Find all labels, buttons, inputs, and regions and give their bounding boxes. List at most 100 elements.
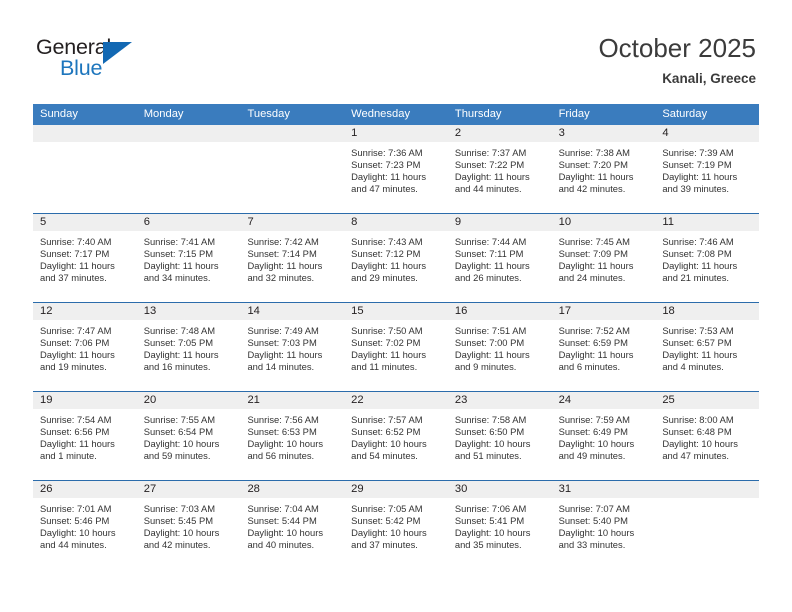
calendar-week-row: 1 Sunrise: 7:36 AM Sunset: 7:23 PM Daylight… (33, 125, 760, 213)
day-daylight-line1-text: Daylight: 11 hours (351, 171, 427, 183)
day-cell[interactable]: 9 Sunrise: 7:44 AM Sunset: 7:11 PM Daylight… (447, 214, 552, 302)
day-cell[interactable]: 27 Sunrise: 7:03 AM Sunset: 5:45 PM Dayligh… (136, 481, 241, 569)
page-title: October 2025 (598, 33, 756, 63)
day-details: Sunrise: 7:59 AM Sunset: 6:49 PM Daylight:… (552, 409, 656, 462)
day-cell[interactable]: 14 Sunrise: 7:49 AM Sunset: 7:03 PM Dayligh… (240, 303, 345, 391)
day-sunset-text: Sunset: 5:41 PM (454, 515, 525, 527)
day-cell[interactable]: 4 Sunrise: 7:39 AM Sunset: 7:19 PM Daylight… (655, 125, 760, 213)
day-details: Sunrise: 7:56 AM Sunset: 6:53 PM Daylight:… (240, 409, 344, 462)
day-number: 3 (551, 125, 656, 142)
calendar-week-row: 19 Sunrise: 7:54 AM Sunset: 6:56 PM Dayligh… (33, 391, 760, 480)
day-number: 19 (33, 392, 137, 409)
weekday-header-saturday: Saturday (662, 108, 708, 120)
day-daylight-line1-text: Daylight: 10 hours (40, 527, 116, 539)
day-sunset-text: Sunset: 7:03 PM (247, 337, 317, 349)
day-cell[interactable]: 22 Sunrise: 7:57 AM Sunset: 6:52 PM Dayligh… (344, 392, 448, 480)
day-cell[interactable]: 13 Sunrise: 7:48 AM Sunset: 7:05 PM Dayligh… (136, 303, 241, 391)
day-number: 22 (344, 392, 448, 409)
day-sunrise-text: Sunrise: 7:07 AM (558, 503, 630, 514)
day-cell[interactable]: 25 Sunrise: 8:00 AM Sunset: 6:48 PM Dayligh… (655, 392, 760, 480)
day-sunrise-text: Sunrise: 7:43 AM (351, 236, 423, 247)
day-cell[interactable]: 16 Sunrise: 7:51 AM Sunset: 7:00 PM Dayligh… (447, 303, 552, 391)
day-sunrise-text: Sunrise: 7:56 AM (247, 414, 319, 425)
day-cell[interactable]: 3 Sunrise: 7:38 AM Sunset: 7:20 PM Daylight… (551, 125, 656, 213)
day-details: Sunrise: 7:45 AM Sunset: 7:09 PM Daylight:… (552, 231, 656, 284)
day-cell[interactable]: 10 Sunrise: 7:45 AM Sunset: 7:09 PM Dayligh… (551, 214, 656, 302)
calendar-week-row: 26 Sunrise: 7:01 AM Sunset: 5:46 PM Dayligh… (33, 480, 760, 569)
day-cell[interactable]: 12 Sunrise: 7:47 AM Sunset: 7:06 PM Dayligh… (33, 303, 137, 391)
day-number (136, 125, 241, 142)
day-daylight-line1-text: Daylight: 11 hours (143, 349, 219, 361)
day-sunrise-text: Sunrise: 7:52 AM (558, 325, 630, 336)
calendar-week-row: 5 Sunrise: 7:40 AM Sunset: 7:17 PM Daylight… (33, 213, 760, 302)
day-sunset-text: Sunset: 6:50 PM (454, 426, 525, 438)
day-sunrise-text: Sunrise: 7:36 AM (351, 147, 423, 158)
day-details: Sunrise: 7:43 AM Sunset: 7:12 PM Daylight:… (344, 231, 448, 284)
day-cell[interactable]: 30 Sunrise: 7:06 AM Sunset: 5:41 PM Dayligh… (447, 481, 552, 569)
day-details: Sunrise: 7:36 AM Sunset: 7:23 PM Daylight:… (344, 142, 448, 195)
day-daylight-line2-text: and 42 minutes. (143, 539, 211, 551)
day-sunset-text: Sunset: 7:23 PM (351, 159, 421, 171)
day-number: 27 (136, 481, 241, 498)
day-details: Sunrise: 7:54 AM Sunset: 6:56 PM Daylight:… (33, 409, 137, 462)
day-sunrise-text: Sunrise: 7:58 AM (454, 414, 527, 425)
day-daylight-line1-text: Daylight: 10 hours (143, 438, 220, 450)
day-number: 28 (240, 481, 345, 498)
day-details: Sunrise: 7:52 AM Sunset: 6:59 PM Daylight:… (552, 320, 656, 373)
day-details: Sunrise: 7:01 AM Sunset: 5:46 PM Daylight:… (33, 498, 137, 551)
day-cell[interactable]: 20 Sunrise: 7:55 AM Sunset: 6:54 PM Dayligh… (136, 392, 241, 480)
day-details: Sunrise: 7:06 AM Sunset: 5:41 PM Daylight:… (448, 498, 552, 551)
day-cell[interactable]: 15 Sunrise: 7:50 AM Sunset: 7:02 PM Dayligh… (344, 303, 448, 391)
day-sunset-text: Sunset: 6:59 PM (558, 337, 628, 349)
day-cell[interactable]: 2 Sunrise: 7:37 AM Sunset: 7:22 PM Daylight… (447, 125, 552, 213)
day-daylight-line1-text: Daylight: 11 hours (351, 260, 427, 272)
day-cell[interactable]: 5 Sunrise: 7:40 AM Sunset: 7:17 PM Daylight… (33, 214, 137, 302)
day-daylight-line2-text: and 16 minutes. (143, 361, 211, 373)
day-cell[interactable]: 6 Sunrise: 7:41 AM Sunset: 7:15 PM Daylight… (136, 214, 241, 302)
day-daylight-line1-text: Daylight: 10 hours (247, 527, 324, 539)
day-cell[interactable]: 28 Sunrise: 7:04 AM Sunset: 5:44 PM Dayligh… (240, 481, 345, 569)
day-daylight-line1-text: Daylight: 10 hours (454, 438, 531, 450)
day-details: Sunrise: 7:38 AM Sunset: 7:20 PM Daylight:… (552, 142, 656, 195)
day-details: Sunrise: 7:49 AM Sunset: 7:03 PM Daylight:… (240, 320, 344, 373)
day-number: 24 (551, 392, 656, 409)
day-daylight-line2-text: and 44 minutes. (454, 183, 522, 195)
day-details: Sunrise: 7:57 AM Sunset: 6:52 PM Daylight:… (344, 409, 448, 462)
day-details: Sunrise: 7:50 AM Sunset: 7:02 PM Daylight:… (344, 320, 448, 373)
day-cell[interactable]: 21 Sunrise: 7:56 AM Sunset: 6:53 PM Dayligh… (240, 392, 345, 480)
location-subtitle: Kanali, Greece (662, 71, 756, 86)
day-details: Sunrise: 7:07 AM Sunset: 5:40 PM Daylight:… (552, 498, 656, 551)
page-header: General Blue October 2025 Kanali, Greece (0, 0, 792, 100)
day-cell[interactable]: 31 Sunrise: 7:07 AM Sunset: 5:40 PM Dayligh… (551, 481, 656, 569)
day-daylight-line2-text: and 51 minutes. (454, 450, 522, 462)
day-daylight-line1-text: Daylight: 11 hours (351, 349, 427, 361)
day-cell[interactable]: 17 Sunrise: 7:52 AM Sunset: 6:59 PM Dayligh… (551, 303, 656, 391)
day-cell[interactable]: 8 Sunrise: 7:43 AM Sunset: 7:12 PM Daylight… (344, 214, 448, 302)
day-sunset-text: Sunset: 6:56 PM (40, 426, 110, 438)
day-number: 14 (240, 303, 345, 320)
day-sunset-text: Sunset: 7:00 PM (454, 337, 525, 349)
day-number: 16 (447, 303, 552, 320)
day-cell-empty (33, 125, 137, 213)
day-number: 29 (344, 481, 448, 498)
day-cell[interactable]: 7 Sunrise: 7:42 AM Sunset: 7:14 PM Daylight… (240, 214, 345, 302)
day-cell[interactable]: 26 Sunrise: 7:01 AM Sunset: 5:46 PM Dayligh… (33, 481, 137, 569)
day-sunrise-text: Sunrise: 7:50 AM (351, 325, 423, 336)
day-cell[interactable]: 1 Sunrise: 7:36 AM Sunset: 7:23 PM Daylight… (344, 125, 448, 213)
day-daylight-line1-text: Daylight: 11 hours (662, 171, 738, 183)
day-daylight-line2-text: and 47 minutes. (351, 183, 418, 195)
day-cell-empty (655, 481, 760, 569)
day-daylight-line2-text: and 29 minutes. (351, 272, 418, 284)
logo-text-blue: Blue (60, 56, 103, 80)
weekday-header-row: Sunday Monday Tuesday Wednesday Thursday… (33, 104, 759, 125)
day-cell[interactable]: 18 Sunrise: 7:53 AM Sunset: 6:57 PM Dayligh… (655, 303, 760, 391)
day-cell[interactable]: 23 Sunrise: 7:58 AM Sunset: 6:50 PM Dayligh… (447, 392, 552, 480)
day-cell[interactable]: 11 Sunrise: 7:46 AM Sunset: 7:08 PM Dayligh… (655, 214, 760, 302)
day-cell[interactable]: 29 Sunrise: 7:05 AM Sunset: 5:42 PM Dayligh… (344, 481, 448, 569)
day-sunset-text: Sunset: 7:02 PM (351, 337, 421, 349)
day-sunrise-text: Sunrise: 7:46 AM (662, 236, 734, 247)
day-cell[interactable]: 19 Sunrise: 7:54 AM Sunset: 6:56 PM Dayligh… (33, 392, 137, 480)
day-daylight-line1-text: Daylight: 10 hours (454, 527, 531, 539)
day-sunset-text: Sunset: 6:48 PM (662, 426, 732, 438)
day-cell[interactable]: 24 Sunrise: 7:59 AM Sunset: 6:49 PM Dayligh… (551, 392, 656, 480)
